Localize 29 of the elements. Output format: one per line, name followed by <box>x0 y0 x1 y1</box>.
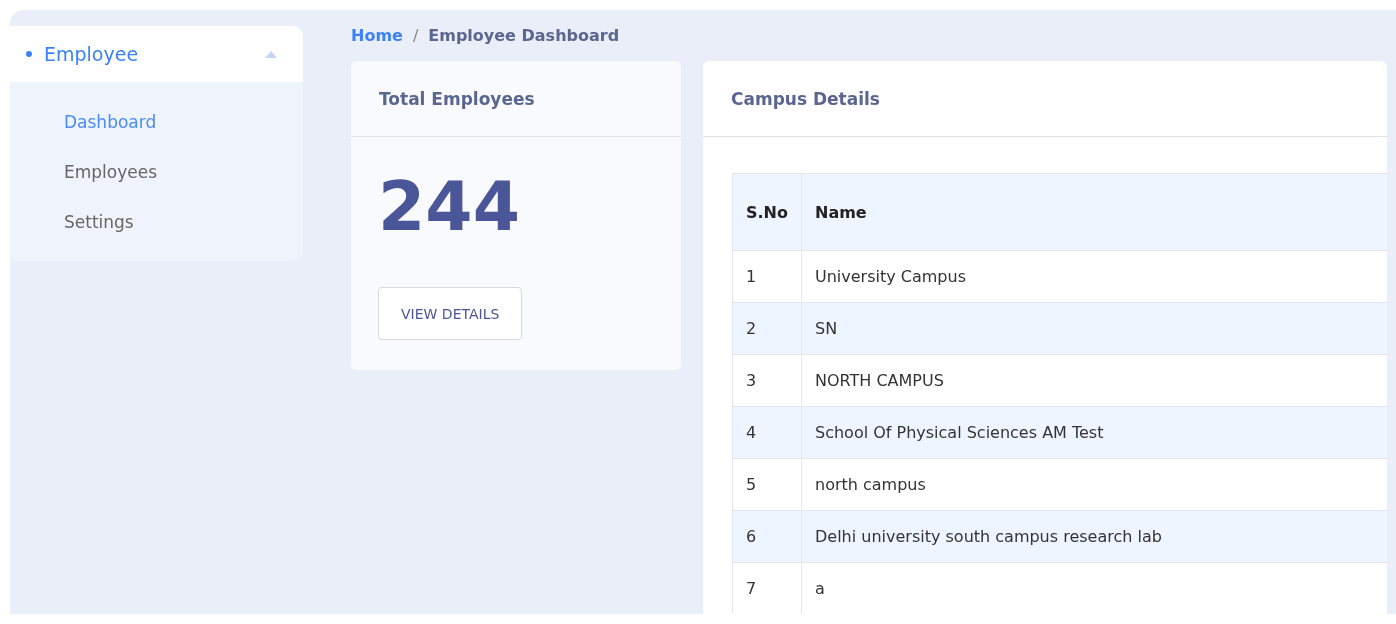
sidebar-item[interactable]: Dashboard <box>10 97 303 147</box>
column-header: S.No <box>732 173 802 251</box>
column-header: Name <box>801 173 1387 251</box>
table-cell: 6 <box>732 510 802 563</box>
table-cell: University Campus <box>801 250 1387 303</box>
bullet-icon <box>26 51 32 57</box>
table-cell: 2 <box>732 302 802 355</box>
breadcrumb-link[interactable]: Home <box>351 26 403 45</box>
sidebar-item[interactable]: Settings <box>10 197 303 247</box>
sidebar-group-header[interactable]: Employee <box>10 26 303 82</box>
table-cell: 7 <box>732 562 802 614</box>
table-cell: SN <box>801 302 1387 355</box>
stat-value: 244 <box>377 166 521 247</box>
card-title: Campus Details <box>731 88 880 109</box>
breadcrumb-current: Employee Dashboard <box>428 26 620 45</box>
table-cell: School Of Physical Sciences AM Test <box>801 406 1387 459</box>
group-label: Employee <box>44 43 140 65</box>
table-cell: 1 <box>732 250 802 303</box>
sidebar-item[interactable]: Employees <box>10 147 303 197</box>
table-cell: 4 <box>732 406 802 459</box>
table-cell: 5 <box>732 458 802 511</box>
table-cell: north campus <box>801 458 1387 511</box>
breadcrumb-separator: / <box>412 26 419 45</box>
view-details-button[interactable]: VIEW DETAILS <box>378 287 523 340</box>
card-title: Total Employees <box>379 88 535 109</box>
table-cell: 3 <box>732 354 802 407</box>
table-cell: NORTH CAMPUS <box>801 354 1387 407</box>
table-cell: Delhi university south campus research lab <box>801 510 1387 563</box>
table-cell: a <box>801 562 1387 614</box>
